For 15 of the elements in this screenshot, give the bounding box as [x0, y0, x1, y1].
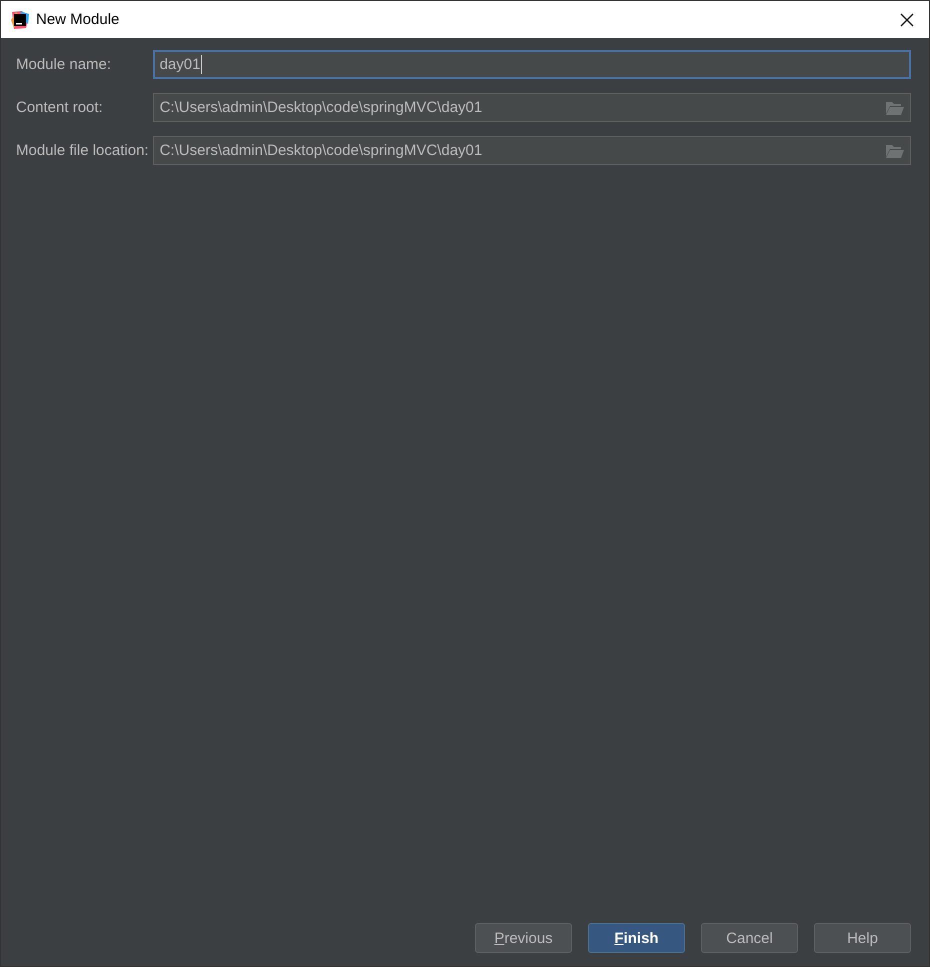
- dialog-button[interactable]: Finish: [588, 923, 685, 953]
- folder-icon[interactable]: [886, 100, 904, 114]
- folder-icon[interactable]: [886, 144, 904, 158]
- field-label: Content root:: [16, 99, 104, 116]
- text-field[interactable]: day01: [152, 50, 911, 79]
- dialog-button[interactable]: Help: [814, 923, 911, 953]
- dialog-button[interactable]: Cancel: [701, 923, 798, 953]
- field-label: Module file location:: [16, 142, 149, 159]
- dialog-button[interactable]: Previous: [475, 923, 572, 953]
- close-icon: [900, 12, 914, 26]
- field-label: Module name:: [16, 56, 112, 73]
- window-title: New Module: [36, 11, 120, 28]
- app-logo-icon: [10, 10, 30, 30]
- text-field[interactable]: C:\Users\admin\Desktop\code\springMVC\day01: [152, 136, 911, 165]
- text-field[interactable]: C:\Users\admin\Desktop\code\springMVC\day01: [152, 93, 911, 122]
